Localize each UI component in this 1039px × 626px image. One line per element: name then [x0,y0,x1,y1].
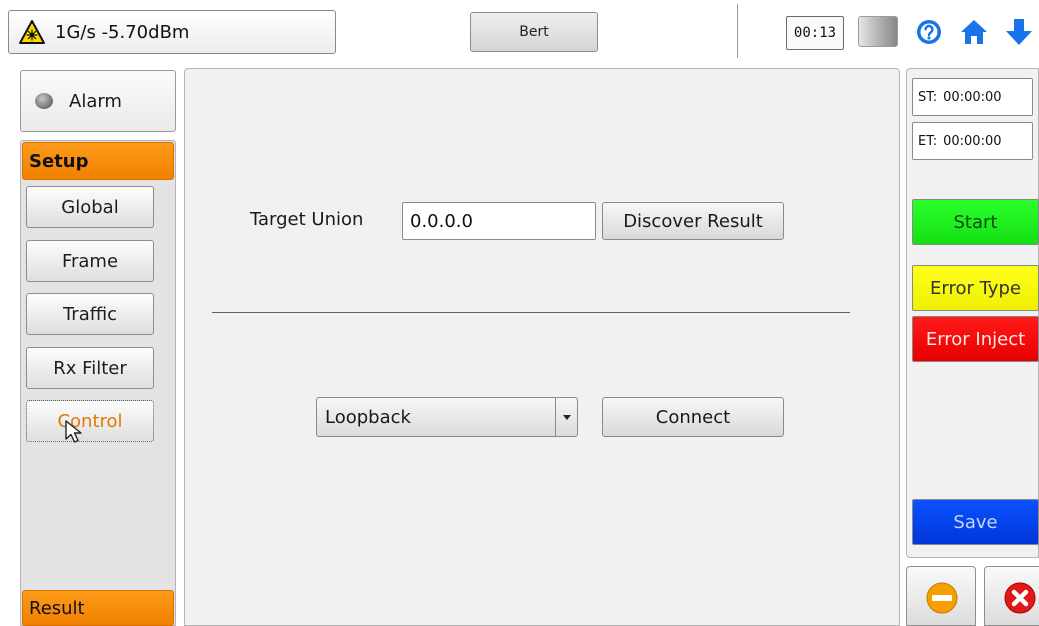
connect-button[interactable]: Connect [602,397,784,437]
start-time-display: ST: 00:00:00 [912,78,1033,116]
home-icon[interactable] [959,17,989,47]
setup-header[interactable]: Setup [22,142,174,180]
target-union-label: Target Union [250,209,364,230]
down-arrow-icon[interactable] [1004,17,1034,47]
start-time-value: 00:00:00 [943,89,1002,105]
end-time-value: 00:00:00 [943,133,1002,149]
mode-button[interactable]: Bert [470,12,598,52]
laser-status-text: 1G/s -5.70dBm [55,21,190,43]
select-arrow[interactable] [555,398,577,436]
sidebar-item-rx-filter[interactable]: Rx Filter [26,347,154,389]
start-time-label: ST: [918,89,938,105]
alarm-label: Alarm [69,90,122,112]
control-panel [184,68,900,626]
laser-status-indicator: 1G/s -5.70dBm [8,10,336,54]
end-time-display: ET: 00:00:00 [912,122,1033,160]
sidebar-item-control[interactable]: Control [26,400,154,442]
close-icon [1004,582,1036,614]
alarm-indicator[interactable]: Alarm [20,70,176,132]
close-button[interactable] [984,566,1039,626]
topbar-divider [737,4,738,58]
end-time-label: ET: [918,133,938,149]
chevron-down-icon [562,414,571,420]
mouse-cursor-icon [65,420,82,443]
sidebar-item-global[interactable]: Global [26,186,154,228]
discover-result-button[interactable]: Discover Result [602,202,784,240]
minimize-icon [926,582,958,614]
loopback-select[interactable]: Loopback [316,397,578,437]
alarm-led-icon [35,93,53,109]
start-button[interactable]: Start [912,199,1039,245]
sidebar-item-frame[interactable]: Frame [26,240,154,282]
loopback-select-value: Loopback [325,407,411,428]
app-window: 1G/s -5.70dBm Bert 00:13 Alarm Setup Glo… [0,0,1039,626]
error-type-button[interactable]: Error Type [912,265,1039,311]
section-divider [212,312,850,313]
laser-warning-icon [19,20,45,44]
minimize-button[interactable] [906,566,976,626]
help-icon[interactable] [914,17,944,47]
battery-icon [858,16,898,47]
result-header[interactable]: Result [22,590,174,626]
save-button[interactable]: Save [912,499,1039,545]
elapsed-timer: 00:13 [786,16,844,50]
target-union-input[interactable]: 0.0.0.0 [402,202,596,240]
sidebar-item-traffic[interactable]: Traffic [26,293,154,335]
error-inject-button[interactable]: Error Inject [912,316,1039,362]
